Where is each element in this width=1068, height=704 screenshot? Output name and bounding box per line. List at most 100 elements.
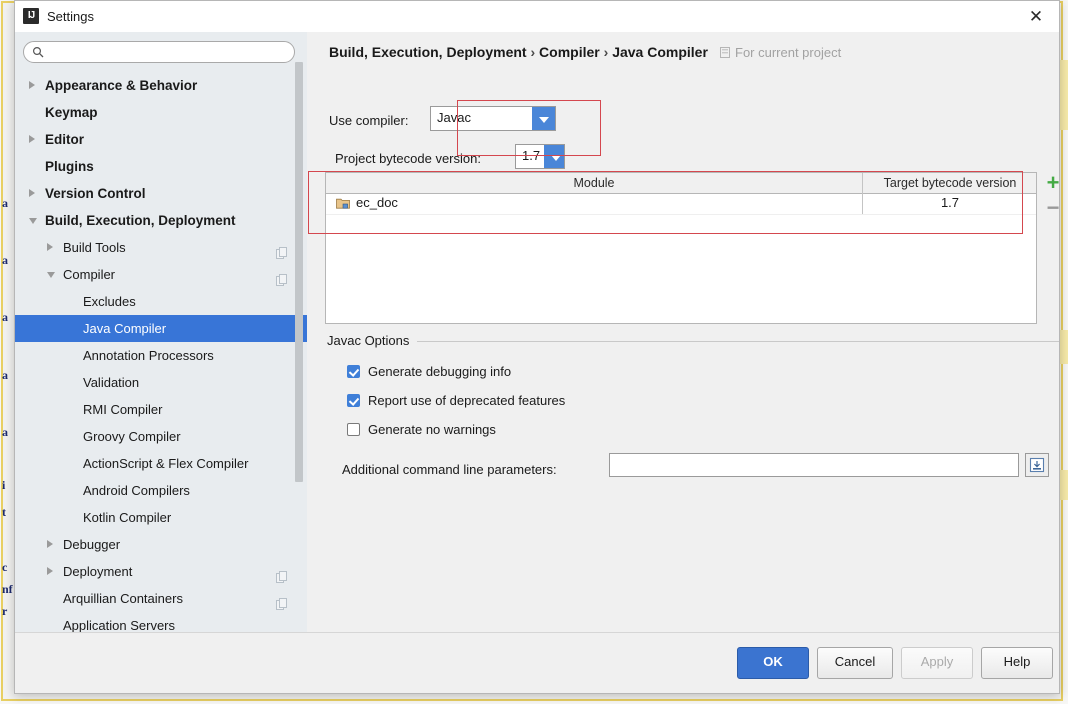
module-table: Module Target bytecode version ec_doc 1.… xyxy=(325,172,1037,324)
sidebar-item-label: Deployment xyxy=(63,564,133,579)
insert-macro-button[interactable] xyxy=(1025,453,1049,477)
breadcrumb-separator: › xyxy=(603,44,609,60)
sidebar-item-rmi-compiler[interactable]: RMI Compiler xyxy=(15,396,307,423)
add-module-button[interactable]: + xyxy=(1043,172,1059,194)
sidebar-item-build-tools[interactable]: Build Tools xyxy=(15,234,307,261)
sidebar-item-label: Java Compiler xyxy=(83,321,167,336)
copy-settings-icon[interactable] xyxy=(276,565,287,583)
settings-dialog: IJ Settings ✕ Appearance & Behavior Keyma… xyxy=(14,0,1060,694)
chevron-down-icon[interactable] xyxy=(532,107,555,130)
chevron-right-icon[interactable] xyxy=(29,135,35,143)
sidebar-item-validation[interactable]: Validation xyxy=(15,369,307,396)
bg-text-fragment: c xyxy=(2,560,8,574)
sidebar-item-java-compiler[interactable]: Java Compiler xyxy=(15,315,307,342)
sidebar-item-arquillian-containers[interactable]: Arquillian Containers xyxy=(15,585,307,612)
copy-settings-icon[interactable] xyxy=(276,268,287,286)
sidebar-item-label: Kotlin Compiler xyxy=(83,510,172,525)
sidebar-item-label: Compiler xyxy=(63,267,116,282)
sidebar-item-label: Version Control xyxy=(45,186,146,201)
sidebar-item-application-servers[interactable]: Application Servers xyxy=(15,612,307,633)
sidebar-item-keymap[interactable]: Keymap xyxy=(15,99,307,126)
additional-params-field[interactable] xyxy=(609,453,1019,477)
search-input[interactable] xyxy=(49,44,291,63)
sidebar-item-debugger[interactable]: Debugger xyxy=(15,531,307,558)
chevron-right-icon[interactable] xyxy=(47,243,53,251)
sidebar-item-label: Keymap xyxy=(45,105,98,120)
column-header-target[interactable]: Target bytecode version xyxy=(863,173,1037,193)
project-scope-label: For current project xyxy=(720,45,841,60)
sidebar-item-version-control[interactable]: Version Control xyxy=(15,180,307,207)
additional-params-input[interactable] xyxy=(610,454,1018,476)
column-header-module[interactable]: Module xyxy=(326,173,862,193)
breadcrumb-part-2: Java Compiler xyxy=(612,44,708,60)
breadcrumb: Build, Execution, Deployment › Compiler … xyxy=(329,44,708,60)
bg-text-fragment: i xyxy=(2,478,6,492)
project-scope-text: For current project xyxy=(735,45,842,60)
target-version-cell[interactable]: 1.7 xyxy=(863,195,1037,210)
sidebar-item-label: Build, Execution, Deployment xyxy=(45,213,236,228)
sidebar-item-compiler[interactable]: Compiler xyxy=(15,261,307,288)
javac-options-divider xyxy=(417,341,1059,342)
chevron-down-icon[interactable] xyxy=(29,218,37,224)
sidebar-item-groovy-compiler[interactable]: Groovy Compiler xyxy=(15,423,307,450)
sidebar-item-label: Build Tools xyxy=(63,240,126,255)
close-icon[interactable]: ✕ xyxy=(1013,1,1059,32)
additional-params-label: Additional command line parameters: xyxy=(342,462,557,477)
copy-settings-icon[interactable] xyxy=(276,241,287,259)
apply-button: Apply xyxy=(901,647,973,679)
breadcrumb-separator: › xyxy=(530,44,536,60)
bg-text-fragment: a xyxy=(2,310,8,324)
project-bytecode-value: 1.7 xyxy=(522,148,541,163)
help-button[interactable]: Help xyxy=(981,647,1053,679)
chevron-right-icon[interactable] xyxy=(47,540,53,548)
bg-text-fragment: r xyxy=(2,604,8,618)
sidebar-item-label: RMI Compiler xyxy=(83,402,163,417)
use-compiler-value: Javac xyxy=(437,110,471,125)
window-title: Settings xyxy=(47,9,94,24)
sidebar-scrollbar-thumb[interactable] xyxy=(295,62,303,482)
remove-module-button[interactable]: − xyxy=(1043,197,1059,219)
settings-tree: Appearance & Behavior Keymap Editor Plugins… xyxy=(15,72,307,633)
copy-settings-icon[interactable] xyxy=(276,592,287,610)
sidebar-item-android-compilers[interactable]: Android Compilers xyxy=(15,477,307,504)
cancel-button[interactable]: Cancel xyxy=(817,647,893,679)
chevron-down-icon[interactable] xyxy=(47,272,55,278)
bg-text-fragment: a xyxy=(2,253,8,267)
chevron-right-icon[interactable] xyxy=(29,189,35,197)
sidebar-item-actionscript-flex-compiler[interactable]: ActionScript & Flex Compiler xyxy=(15,450,307,477)
sidebar-item-build-execution-deployment[interactable]: Build, Execution, Deployment xyxy=(15,207,307,234)
table-row[interactable]: ec_doc 1.7 xyxy=(326,193,1036,215)
bg-text-fragment: a xyxy=(2,368,8,382)
sidebar-item-label: Excludes xyxy=(83,294,136,309)
sidebar-item-excludes[interactable]: Excludes xyxy=(15,288,307,315)
sidebar-item-editor[interactable]: Editor xyxy=(15,126,307,153)
sidebar-item-plugins[interactable]: Plugins xyxy=(15,153,307,180)
bg-strip xyxy=(1060,60,1068,130)
bg-text-fragment: t xyxy=(2,505,6,519)
sidebar-item-label: Annotation Processors xyxy=(83,348,214,363)
settings-main-panel: Build, Execution, Deployment › Compiler … xyxy=(307,32,1059,633)
sidebar-item-kotlin-compiler[interactable]: Kotlin Compiler xyxy=(15,504,307,531)
sidebar-item-label: Arquillian Containers xyxy=(63,591,183,606)
ok-button[interactable]: OK xyxy=(737,647,809,679)
use-compiler-dropdown[interactable]: Javac xyxy=(430,106,556,131)
sidebar-item-appearance-behavior[interactable]: Appearance & Behavior xyxy=(15,72,307,99)
breadcrumb-part-0[interactable]: Build, Execution, Deployment xyxy=(329,44,527,60)
search-box[interactable] xyxy=(23,41,295,63)
checkbox-box[interactable] xyxy=(347,394,360,407)
breadcrumb-part-1[interactable]: Compiler xyxy=(539,44,600,60)
bg-text-fragment: a xyxy=(2,196,8,210)
checkbox-label: Report use of deprecated features xyxy=(368,393,566,408)
chevron-down-icon[interactable] xyxy=(544,145,564,168)
sidebar-item-annotation-processors[interactable]: Annotation Processors xyxy=(15,342,307,369)
javac-options-title: Javac Options xyxy=(327,333,416,348)
search-icon xyxy=(32,46,44,58)
project-bytecode-dropdown[interactable]: 1.7 xyxy=(515,144,565,169)
sidebar-item-deployment[interactable]: Deployment xyxy=(15,558,307,585)
chevron-right-icon[interactable] xyxy=(29,81,35,89)
chevron-right-icon[interactable] xyxy=(47,567,53,575)
checkbox-label: Generate no warnings xyxy=(368,422,496,437)
checkbox-box[interactable] xyxy=(347,365,360,378)
checkbox-box[interactable] xyxy=(347,423,360,436)
title-bar: IJ Settings ✕ xyxy=(15,1,1059,33)
